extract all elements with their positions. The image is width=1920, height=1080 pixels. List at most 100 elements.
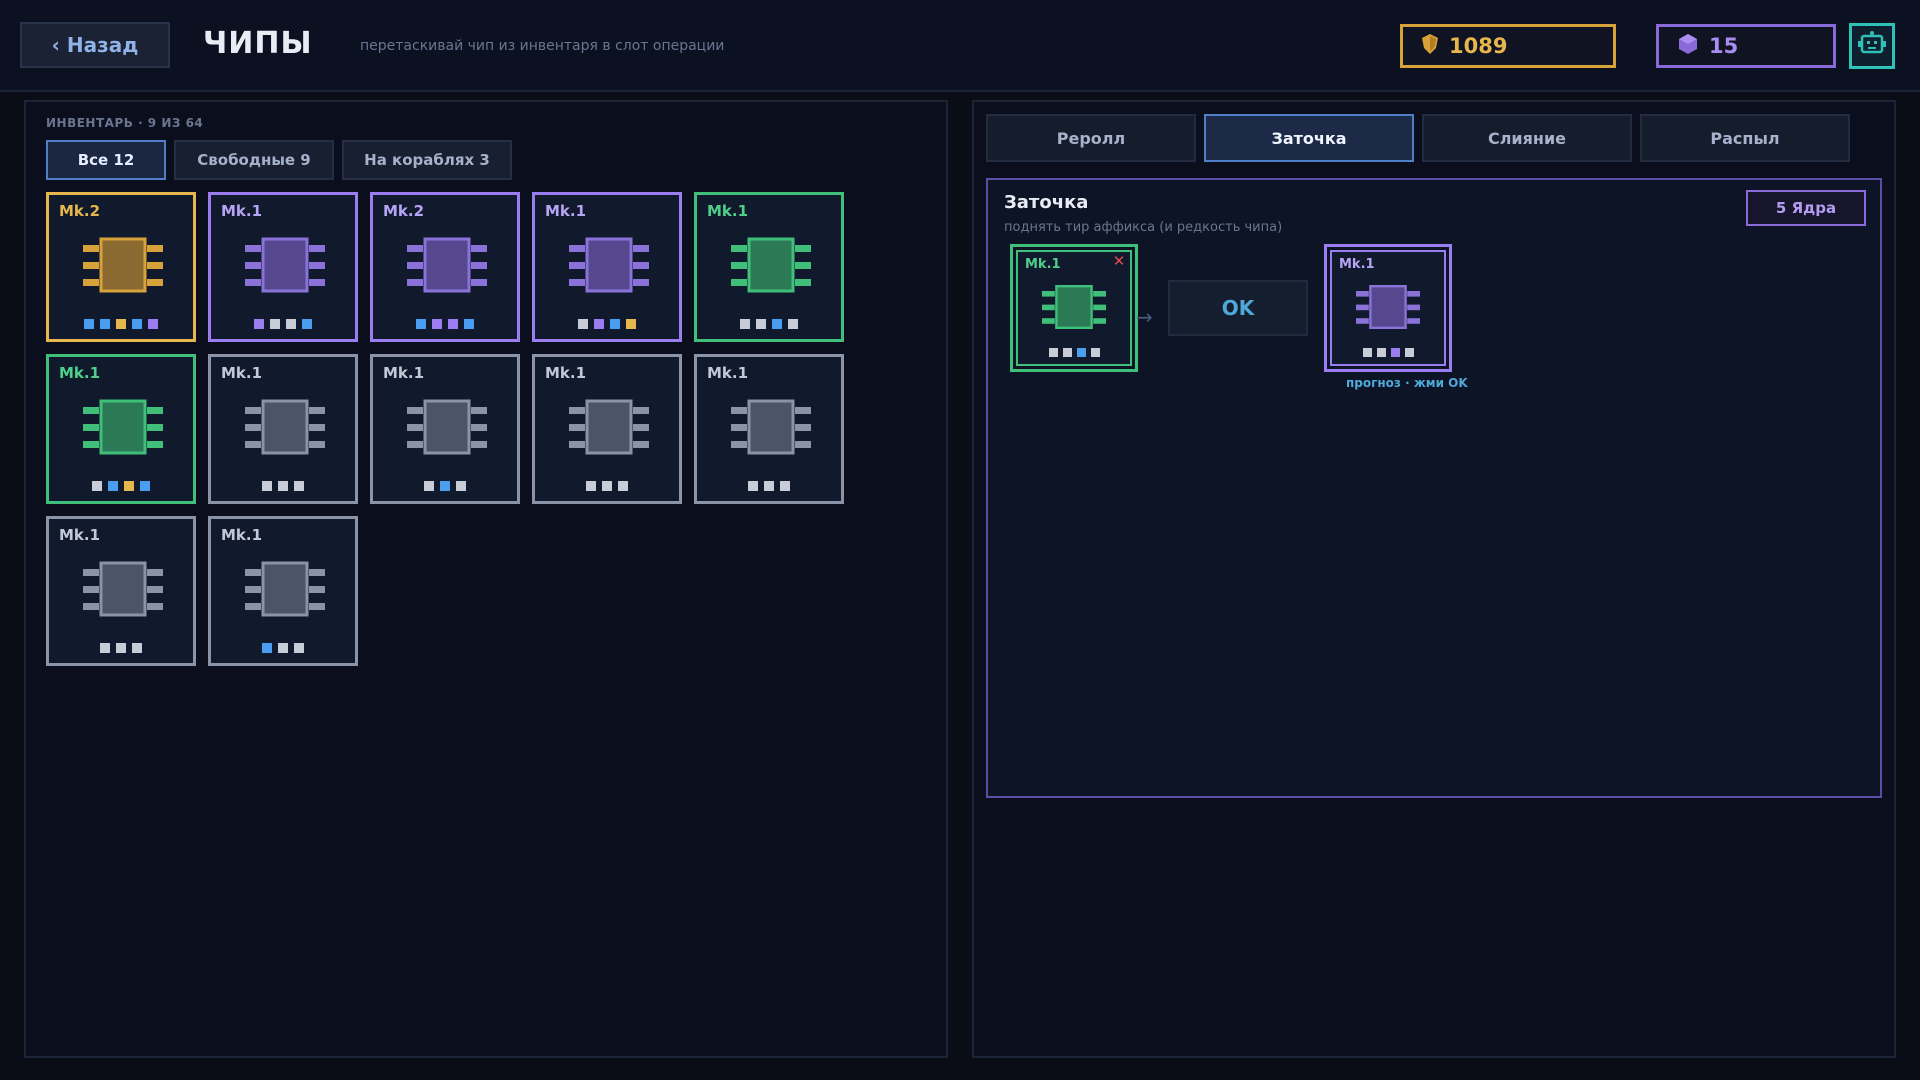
inventory-chip[interactable]: Mk.1 — [532, 354, 682, 504]
chip-icon — [1355, 283, 1421, 331]
affix-dot — [1076, 348, 1086, 357]
affix-dot — [740, 319, 750, 329]
affix-dot — [448, 319, 458, 329]
operation-subtitle: поднять тир аффикса (и редкость чипа) — [1004, 220, 1283, 235]
core-counter: 15 — [1656, 24, 1836, 68]
affix-dot — [1376, 348, 1386, 357]
affix-dot — [270, 319, 280, 329]
affix-dots — [211, 319, 355, 329]
affix-dot — [440, 481, 450, 491]
chip-icon — [83, 559, 163, 619]
affix-dots — [697, 481, 841, 491]
affix-dot — [610, 319, 620, 329]
inventory-chip[interactable]: Mk.1 — [694, 354, 844, 504]
chip-icon — [245, 235, 325, 295]
affix-dot — [294, 643, 304, 653]
chip-mk-label: Mk.1 — [1025, 257, 1061, 272]
input-chip-slot[interactable]: Mk.1 ✕ — [1010, 244, 1138, 372]
page-title: ЧИПЫ — [203, 26, 313, 61]
affix-dot — [302, 319, 312, 329]
affix-dot — [124, 481, 134, 491]
affix-dot — [578, 319, 588, 329]
robot-button[interactable] — [1849, 23, 1895, 69]
affix-dot — [84, 319, 94, 329]
operation-area: Заточка поднять тир аффикса (и редкость … — [986, 178, 1882, 798]
affix-dots — [49, 319, 193, 329]
inventory-chip[interactable]: Mk.1 — [208, 192, 358, 342]
affix-dot — [132, 319, 142, 329]
affix-dot — [1090, 348, 1100, 357]
inventory-chip[interactable]: Mk.1 — [208, 354, 358, 504]
cost-badge: 5 Ядра — [1746, 190, 1866, 226]
filter-on-ships-button[interactable]: На кораблях 3 — [342, 140, 512, 180]
filter-free-button[interactable]: Свободные 9 — [174, 140, 334, 180]
affix-dots — [373, 319, 517, 329]
affix-dot — [1048, 348, 1058, 357]
tab-merge[interactable]: Слияние — [1422, 114, 1632, 162]
affix-dot — [602, 481, 612, 491]
affix-dot — [1404, 348, 1414, 357]
affix-dot — [254, 319, 264, 329]
affix-dot — [748, 481, 758, 491]
operations-panel: Реролл Заточка Слияние Распыл Заточка по… — [972, 100, 1896, 1058]
chip-icon — [83, 235, 163, 295]
affix-dot — [1362, 348, 1372, 357]
inventory-chip[interactable]: Mk.1 — [208, 516, 358, 666]
affix-dot — [286, 319, 296, 329]
inventory-chip[interactable]: Mk.1 — [46, 516, 196, 666]
robot-icon — [1857, 31, 1887, 61]
affix-dot — [262, 481, 272, 491]
affix-dot — [424, 481, 434, 491]
inventory-chip[interactable]: Mk.1 — [532, 192, 682, 342]
chip-mk-label: Mk.1 — [59, 364, 101, 382]
inventory-chip[interactable]: Mk.1 — [46, 354, 196, 504]
gold-amount: 1089 — [1449, 34, 1508, 58]
affix-dot — [148, 319, 158, 329]
chip-icon — [407, 397, 487, 457]
affix-dot — [278, 481, 288, 491]
affix-dot — [92, 481, 102, 491]
tab-sharpen[interactable]: Заточка — [1204, 114, 1414, 162]
affix-dots — [697, 319, 841, 329]
affix-dots — [1327, 348, 1449, 357]
chip-icon — [1041, 283, 1107, 331]
affix-dot — [586, 481, 596, 491]
affix-dot — [108, 481, 118, 491]
affix-dot — [116, 643, 126, 653]
chip-mk-label: Mk.1 — [221, 364, 263, 382]
chip-icon — [83, 397, 163, 457]
ok-button[interactable]: OK — [1168, 280, 1308, 336]
affix-dot — [1390, 348, 1400, 357]
remove-chip-button[interactable]: ✕ — [1109, 251, 1129, 271]
affix-dots — [49, 643, 193, 653]
affix-dot — [626, 319, 636, 329]
back-button[interactable]: ‹ Назад — [20, 22, 170, 68]
forecast-chip-slot: Mk.1 — [1324, 244, 1452, 372]
top-bar: ‹ Назад ЧИПЫ перетаскивай чип из инвента… — [0, 0, 1920, 92]
forecast-label: прогноз · жми OK — [1346, 376, 1468, 390]
affix-dot — [416, 319, 426, 329]
inventory-chip[interactable]: Mk.2 — [370, 192, 520, 342]
affix-dot — [294, 481, 304, 491]
filter-all-button[interactable]: Все 12 — [46, 140, 166, 180]
chip-mk-label: Mk.2 — [59, 202, 101, 220]
affix-dot — [116, 319, 126, 329]
operation-title: Заточка — [1004, 192, 1089, 213]
chip-mk-label: Mk.1 — [545, 364, 587, 382]
affix-dots — [49, 481, 193, 491]
inventory-chip[interactable]: Mk.2 — [46, 192, 196, 342]
chip-mk-label: Mk.1 — [59, 526, 101, 544]
affix-dot — [278, 643, 288, 653]
inventory-chip[interactable]: Mk.1 — [694, 192, 844, 342]
inventory-chip[interactable]: Mk.1 — [370, 354, 520, 504]
affix-dot — [618, 481, 628, 491]
chip-icon — [731, 235, 811, 295]
affix-dot — [432, 319, 442, 329]
affix-dot — [456, 481, 466, 491]
affix-dots — [1013, 348, 1135, 357]
affix-dot — [1062, 348, 1072, 357]
tab-disenchant[interactable]: Распыл — [1640, 114, 1850, 162]
core-amount: 15 — [1709, 34, 1739, 58]
affix-dot — [764, 481, 774, 491]
tab-reroll[interactable]: Реролл — [986, 114, 1196, 162]
